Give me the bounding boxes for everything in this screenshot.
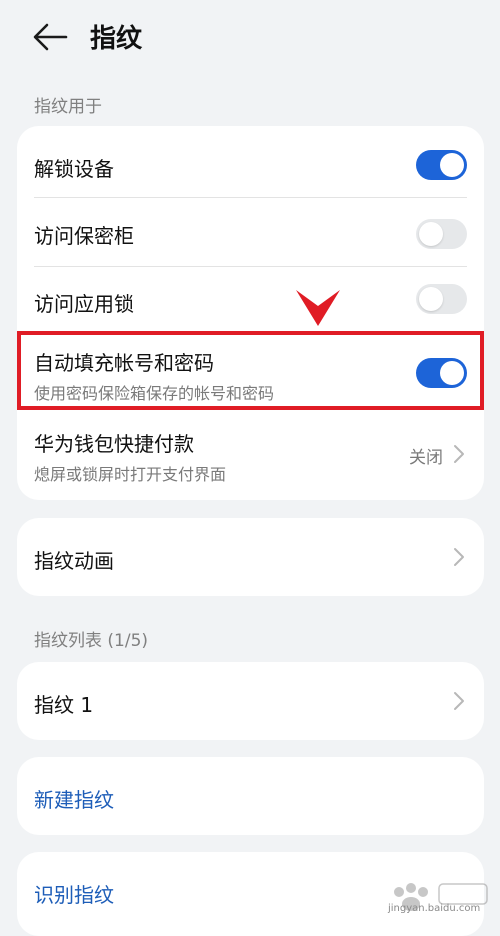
row-title: 指纹动画 bbox=[34, 549, 114, 573]
row-title: 华为钱包快捷付款 bbox=[34, 432, 194, 456]
new-fingerprint-button[interactable]: 新建指纹 bbox=[34, 784, 114, 813]
fingerprint-animation-card: 指纹动画 bbox=[17, 518, 484, 596]
chevron-right-icon bbox=[454, 548, 464, 566]
top-bar: 指纹 bbox=[0, 0, 500, 76]
row-animation[interactable]: 指纹动画 bbox=[17, 518, 484, 596]
page-title: 指纹 bbox=[90, 24, 143, 54]
toggle-knob bbox=[419, 222, 443, 246]
section-label-use: 指纹用于 bbox=[34, 97, 102, 117]
row-title: 访问应用锁 bbox=[34, 292, 134, 316]
row-unlock-device[interactable]: 解锁设备 bbox=[17, 126, 484, 196]
toggle-knob bbox=[419, 287, 443, 311]
row-autofill[interactable]: 自动填充帐号和密码 使用密码保险箱保存的帐号和密码 bbox=[17, 335, 484, 411]
row-app-lock[interactable]: 访问应用锁 bbox=[17, 267, 484, 331]
row-subtitle: 使用密码保险箱保存的帐号和密码 bbox=[34, 384, 275, 403]
row-wallet-quickpay[interactable]: 华为钱包快捷付款 熄屏或锁屏时打开支付界面 关闭 bbox=[17, 413, 484, 500]
red-check-arrow-icon bbox=[296, 290, 340, 326]
arrow-left-icon bbox=[33, 23, 68, 51]
app-lock-toggle[interactable] bbox=[416, 284, 467, 314]
back-button[interactable] bbox=[30, 20, 70, 54]
chevron-right-icon bbox=[454, 692, 464, 710]
section-label-list: 指纹列表 (1/5) bbox=[34, 631, 149, 651]
fingerprint-list-card: 指纹 1 bbox=[17, 662, 484, 740]
safe-access-toggle[interactable] bbox=[416, 219, 467, 249]
toggle-knob bbox=[440, 153, 464, 177]
fingerprint-usage-card: 解锁设备 访问保密柜 访问应用锁 自动填充帐号和密码 使用密码保险箱保存的帐号和… bbox=[17, 126, 484, 500]
autofill-toggle[interactable] bbox=[416, 358, 467, 388]
row-safe-access[interactable]: 访问保密柜 bbox=[17, 198, 484, 266]
new-fingerprint-card[interactable]: 新建指纹 bbox=[17, 757, 484, 835]
row-title: 解锁设备 bbox=[34, 157, 114, 181]
wallet-status-value: 关闭 bbox=[409, 448, 443, 468]
row-subtitle: 熄屏或锁屏时打开支付界面 bbox=[34, 465, 227, 484]
identify-fingerprint-button[interactable]: 识别指纹 bbox=[34, 879, 114, 908]
row-fingerprint-1[interactable]: 指纹 1 bbox=[17, 662, 484, 740]
unlock-device-toggle[interactable] bbox=[416, 150, 467, 180]
row-title: 自动填充帐号和密码 bbox=[34, 351, 214, 375]
row-title: 指纹 1 bbox=[34, 693, 94, 717]
chevron-right-icon bbox=[454, 445, 464, 463]
watermark-text: jingyan.baidu.com bbox=[388, 903, 481, 914]
row-title: 访问保密柜 bbox=[34, 224, 134, 248]
toggle-knob bbox=[440, 361, 464, 385]
